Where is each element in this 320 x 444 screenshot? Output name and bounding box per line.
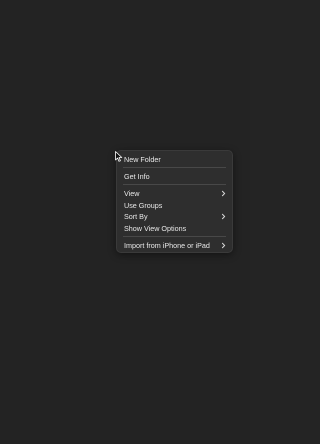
menu-item-label: Use Groups <box>124 201 163 210</box>
arrow-cursor-icon <box>115 151 123 162</box>
menu-item-use-groups[interactable]: Use Groups <box>117 200 232 211</box>
menu-item-label: View <box>124 189 140 198</box>
menu-item-get-info[interactable]: Get Info <box>117 171 232 182</box>
menu-separator <box>123 167 226 168</box>
menu-item-import-from-iphone[interactable]: Import from iPhone or iPad <box>117 240 232 251</box>
menu-separator <box>123 236 226 237</box>
menu-item-label: Import from iPhone or iPad <box>124 241 210 250</box>
menu-item-label: New Folder <box>124 155 161 164</box>
chevron-right-icon <box>221 213 226 220</box>
menu-item-label: Show View Options <box>124 224 187 233</box>
menu-item-sort-by[interactable]: Sort By <box>117 211 232 222</box>
menu-item-view[interactable]: View <box>117 188 232 199</box>
chevron-right-icon <box>221 242 226 249</box>
chevron-right-icon <box>221 190 226 197</box>
menu-item-label: Sort By <box>124 212 148 221</box>
menu-separator <box>123 184 226 185</box>
menu-item-show-view-options[interactable]: Show View Options <box>117 223 232 234</box>
menu-item-new-folder[interactable]: New Folder <box>117 154 232 165</box>
context-menu: New Folder Get Info View Use Groups Sort… <box>116 150 233 253</box>
menu-item-label: Get Info <box>124 172 150 181</box>
